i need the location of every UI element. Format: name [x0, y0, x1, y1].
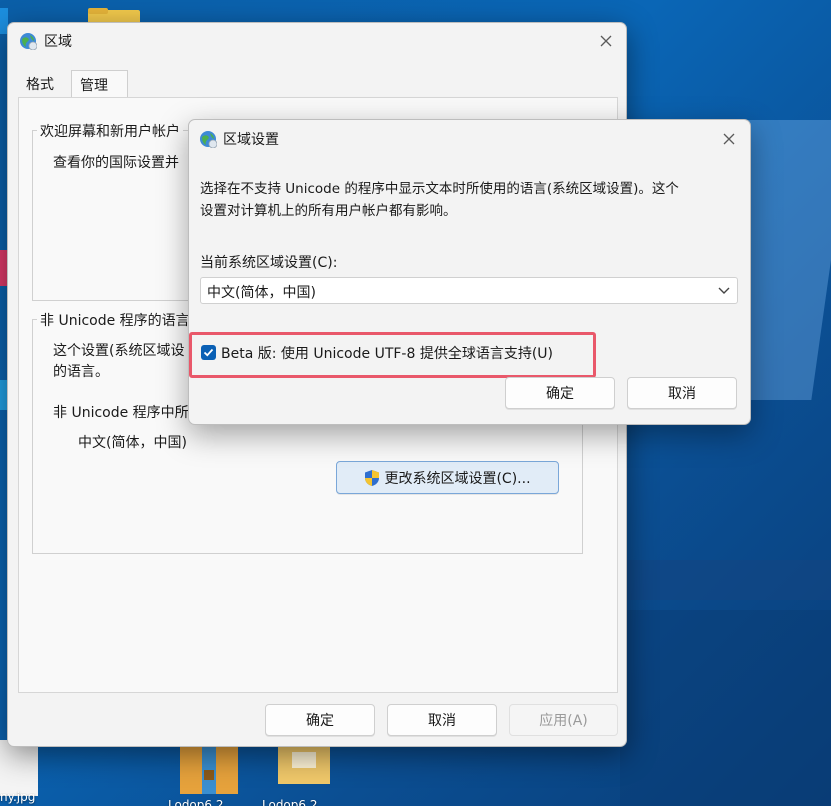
- system-locale-selected: 中文(简体，中国): [207, 285, 316, 301]
- cancel-button[interactable]: 取消: [387, 704, 497, 736]
- apply-label: 应用(A): [539, 713, 588, 729]
- dialog-description-line1: 选择在不支持 Unicode 的程序中显示文本时所使用的语言(系统区域设置)。这…: [200, 181, 679, 197]
- beta-utf8-checkbox-label[interactable]: Beta 版: 使用 Unicode UTF-8 提供全球语言支持(U): [221, 343, 553, 363]
- ok-button[interactable]: 确定: [265, 704, 375, 736]
- wallpaper-light-beam: [620, 610, 831, 806]
- ok-label: 确定: [306, 713, 334, 729]
- change-system-locale-button[interactable]: 更改系统区域设置(C)...: [336, 461, 559, 494]
- beta-utf8-checkbox[interactable]: [201, 345, 216, 360]
- dialog-cancel-label: 取消: [668, 386, 696, 402]
- wallpaper-light-beam: [620, 560, 831, 600]
- group-title: 欢迎屏幕和新用户帐户: [37, 121, 183, 141]
- dialog-description-line2: 设置对计算机上的所有用户帐户都有影响。: [200, 203, 457, 219]
- tab-label: 格式: [26, 77, 54, 93]
- current-locale-label: 当前系统区域设置(C):: [200, 255, 338, 271]
- group-title: 非 Unicode 程序的语言: [37, 310, 193, 330]
- window-title: 区域: [44, 34, 72, 50]
- apply-button[interactable]: 应用(A): [509, 704, 618, 736]
- current-locale-caption: 非 Unicode 程序中所: [53, 405, 189, 421]
- region-settings-dialog: 区域设置 选择在不支持 Unicode 的程序中显示文本时所使用的语言(系统区域…: [188, 119, 751, 425]
- checkmark-icon: [203, 348, 214, 357]
- change-system-locale-label: 更改系统区域设置(C)...: [384, 470, 531, 487]
- zip-archive-icon[interactable]: [180, 746, 238, 794]
- group-description-line1: 这个设置(系统区域设: [53, 343, 185, 359]
- tab-administrative[interactable]: 管理: [71, 70, 128, 98]
- close-icon: [723, 133, 735, 145]
- desktop-icon-label: ny.jpg: [0, 790, 36, 804]
- dialog-ok-button[interactable]: 确定: [505, 377, 615, 409]
- desktop-file-icon[interactable]: [0, 740, 38, 796]
- zip-archive-icon-2[interactable]: [278, 746, 330, 784]
- tab-format[interactable]: 格式: [18, 70, 70, 97]
- title-bar[interactable]: 区域: [8, 23, 626, 59]
- dialog-cancel-button[interactable]: 取消: [627, 377, 737, 409]
- cancel-label: 取消: [428, 713, 456, 729]
- close-icon: [600, 35, 612, 47]
- dialog-title-bar[interactable]: 区域设置: [189, 120, 750, 156]
- zip-archive-label-2: Lodop6.2...: [262, 798, 329, 806]
- globe-icon: [19, 32, 38, 51]
- globe-icon: [199, 130, 218, 149]
- group-description: 查看你的国际设置并: [53, 155, 179, 171]
- uac-shield-icon: [364, 469, 380, 487]
- system-locale-dropdown[interactable]: 中文(简体，中国): [200, 277, 738, 304]
- close-button[interactable]: [593, 29, 619, 53]
- zip-archive-label: Lodop6.2...: [168, 798, 235, 806]
- current-locale-value: 中文(简体，中国): [78, 435, 187, 451]
- dialog-close-button[interactable]: [716, 127, 742, 151]
- dialog-title: 区域设置: [223, 132, 279, 148]
- group-description-line2: 的语言。: [53, 364, 109, 380]
- tab-label: 管理: [80, 78, 108, 94]
- dialog-ok-label: 确定: [546, 386, 574, 402]
- chevron-down-icon: [717, 283, 731, 297]
